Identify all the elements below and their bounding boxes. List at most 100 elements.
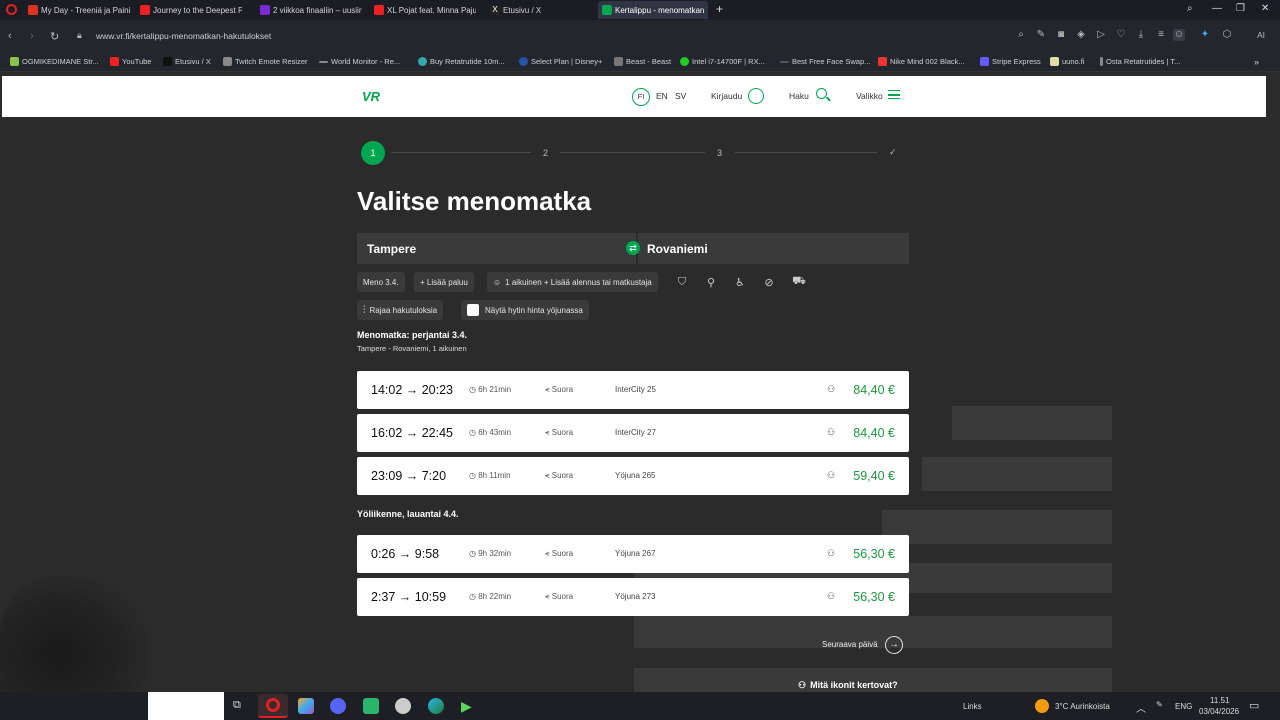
date-chip[interactable]: Meno 3.4.: [357, 272, 405, 292]
trip-row[interactable]: 14:02 → 20:23 ◷ 6h 21min ⪪ Suora InterCi…: [357, 371, 909, 409]
media-taskbar-icon[interactable]: ▶: [461, 698, 477, 714]
maximize-button[interactable]: ❐: [1236, 3, 1245, 14]
login-button[interactable]: Kirjaudu: [711, 91, 742, 101]
trip-row[interactable]: 16:02 → 22:45 ◷ 6h 43min ⪪ Suora InterCi…: [357, 414, 909, 452]
bookmark-item[interactable]: Select Plan | Disney+: [519, 57, 602, 66]
language-indicator[interactable]: ENG: [1175, 702, 1192, 711]
arrival-station[interactable]: Rovaniemi: [647, 242, 708, 256]
edge-taskbar-icon[interactable]: [428, 698, 444, 714]
bookmark-item[interactable]: Etusivu / X: [163, 57, 211, 66]
more-bookmarks-icon[interactable]: »: [1254, 57, 1259, 67]
bookmark-item[interactable]: Osta Retatrutides | T...: [1100, 57, 1180, 66]
add-return-chip[interactable]: + Lisää paluu: [414, 272, 474, 292]
weather-text[interactable]: 3°C Aurinkoista: [1055, 702, 1110, 711]
task-view-icon[interactable]: ⧉: [233, 699, 241, 712]
camera-icon[interactable]: ◙: [1055, 29, 1067, 41]
cabin-price-toggle[interactable]: Näytä hytin hinta yöjunassa: [461, 300, 589, 320]
language-sv-button[interactable]: SV: [675, 91, 686, 101]
browser-tab[interactable]: 2 viikkoa finaaliin – uusiin: [256, 1, 362, 19]
opera-logo-icon[interactable]: [6, 4, 17, 15]
trip-train: Yöjuna 265: [615, 471, 656, 480]
occupancy-icon: ⚇: [827, 591, 836, 601]
no-pets-icon[interactable]: ⊘: [758, 272, 780, 292]
trip-direct: ⪪ Suora: [545, 428, 574, 437]
next-day-link[interactable]: Seuraava päivä: [822, 640, 878, 649]
departure-station[interactable]: Tampere: [367, 242, 416, 256]
security-taskbar-icon[interactable]: [395, 698, 411, 714]
discord-taskbar-icon[interactable]: [330, 698, 346, 714]
pen-icon[interactable]: ✎: [1156, 700, 1163, 709]
language-fi-button[interactable]: FI: [632, 88, 650, 106]
minimize-button[interactable]: —: [1212, 3, 1222, 14]
bookmark-item[interactable]: Best Free Face Swap...: [780, 57, 870, 66]
back-button[interactable]: ‹: [8, 30, 12, 42]
menu-icon[interactable]: ≡: [1155, 29, 1167, 41]
user-icon[interactable]: [748, 88, 764, 104]
bookmark-item[interactable]: Twitch Emote Resizer: [223, 57, 308, 66]
icons-info-link[interactable]: ⚇ Mitä ikonit kertovat?: [798, 680, 898, 691]
trip-row[interactable]: 23:09 → 7:20 ◷ 8h 11min ⪪ Suora Yöjuna 2…: [357, 457, 909, 495]
clock-date[interactable]: 03/04/2026: [1199, 707, 1239, 716]
bookmark-item[interactable]: YouTube: [110, 57, 151, 66]
browser-tab[interactable]: Journey to the Deepest Pl: [136, 1, 242, 19]
play-icon[interactable]: ▷: [1095, 29, 1107, 41]
bookmark-item[interactable]: Stripe Express: [980, 57, 1041, 66]
close-window-button[interactable]: ✕: [1261, 3, 1269, 14]
chevron-up-icon[interactable]: ︿: [1136, 700, 1146, 715]
trip-row[interactable]: 0:26 → 9:58 ◷ 9h 32min ⪪ Suora Yöjuna 26…: [357, 535, 909, 573]
arrow-right-icon[interactable]: →: [885, 636, 903, 654]
vr-logo[interactable]: VR: [362, 89, 380, 104]
taskbar-search-box[interactable]: [148, 692, 224, 720]
browser-tab[interactable]: XL Pojat feat. Minna Pajul: [370, 1, 476, 19]
notifications-icon[interactable]: ▭: [1249, 699, 1259, 712]
wheelchair-icon[interactable]: ♿︎: [729, 272, 751, 292]
trip-duration: ◷ 8h 11min: [469, 471, 511, 480]
language-en-button[interactable]: EN: [656, 91, 668, 101]
zoom-icon[interactable]: ⌕: [1015, 29, 1027, 41]
app-taskbar-icon[interactable]: [298, 698, 314, 714]
browser-tab-active[interactable]: Kertalippu - menomatkan: [598, 1, 708, 19]
swap-stations-icon[interactable]: ⇄: [626, 241, 640, 255]
terminal-taskbar-icon[interactable]: [363, 698, 379, 714]
bookmark-item[interactable]: OGMIKEDIMANE Str...: [10, 57, 99, 66]
opera-taskbar-icon[interactable]: [258, 694, 288, 718]
checkbox[interactable]: [467, 304, 479, 316]
tab-favicon-icon: [602, 5, 612, 15]
forward-button[interactable]: ›: [30, 30, 34, 42]
links-toolbar[interactable]: Links: [963, 702, 982, 711]
car-icon[interactable]: ⛟: [788, 272, 810, 292]
bookmark-item[interactable]: uuno.fi: [1050, 57, 1085, 66]
heart-icon[interactable]: ♡: [1115, 29, 1127, 41]
reload-button[interactable]: ↻: [50, 30, 59, 43]
edit-icon[interactable]: ✎: [1035, 29, 1047, 41]
step-1-indicator: 1: [361, 141, 385, 165]
pet-icon[interactable]: ⛉: [671, 272, 693, 292]
bookmark-item[interactable]: Buy Retatrutide 10m...: [418, 57, 505, 66]
bookmark-item[interactable]: Nike Mind 002 Black...: [878, 57, 965, 66]
extension-icon[interactable]: ✦: [1199, 29, 1211, 41]
menu-button[interactable]: Valikko: [856, 91, 883, 101]
trip-row[interactable]: 2:37 → 10:59 ◷ 8h 22min ⪪ Suora Yöjuna 2…: [357, 578, 909, 616]
shield-icon[interactable]: ◈: [1075, 29, 1087, 41]
browser-tab[interactable]: My Day - Treeniä ja Painit: [24, 1, 130, 19]
clock-time[interactable]: 11.51: [1210, 696, 1229, 705]
search-button[interactable]: Haku: [789, 91, 809, 101]
opera-logo-icon: [266, 698, 280, 712]
passengers-chip[interactable]: ☺ 1 aikuinen + Lisää alennus tai matkusta…: [487, 272, 658, 292]
bicycle-icon[interactable]: ⚲: [700, 272, 722, 292]
date-chip-label: Meno 3.4.: [363, 277, 399, 287]
bookmark-item[interactable]: Intel i7-14700F | RX...: [680, 57, 765, 66]
new-tab-button[interactable]: +: [716, 2, 723, 16]
search-tabs-icon[interactable]: ⌕: [1187, 3, 1193, 14]
download-icon[interactable]: ⤓: [1135, 29, 1147, 41]
profile-icon[interactable]: ☺: [1173, 29, 1185, 41]
browser-tab[interactable]: X Etusivu / X: [486, 1, 586, 19]
bookmark-item[interactable]: Beast - Beast: [614, 57, 671, 66]
bookmark-item[interactable]: World Monitor - Re...: [319, 57, 400, 66]
aria-ai-button[interactable]: AI: [1248, 29, 1274, 41]
outbound-subheader: Tampere - Rovaniemi, 1 aikuinen: [357, 344, 467, 353]
step-3-indicator: 3: [717, 148, 723, 158]
cube-icon[interactable]: ⬡: [1221, 29, 1233, 41]
url-field[interactable]: www.vr.fi/kertalippu-menomatkan-hakutulo…: [96, 31, 271, 41]
filter-results-chip[interactable]: ⫶ Rajaa hakutuloksia: [357, 300, 444, 320]
